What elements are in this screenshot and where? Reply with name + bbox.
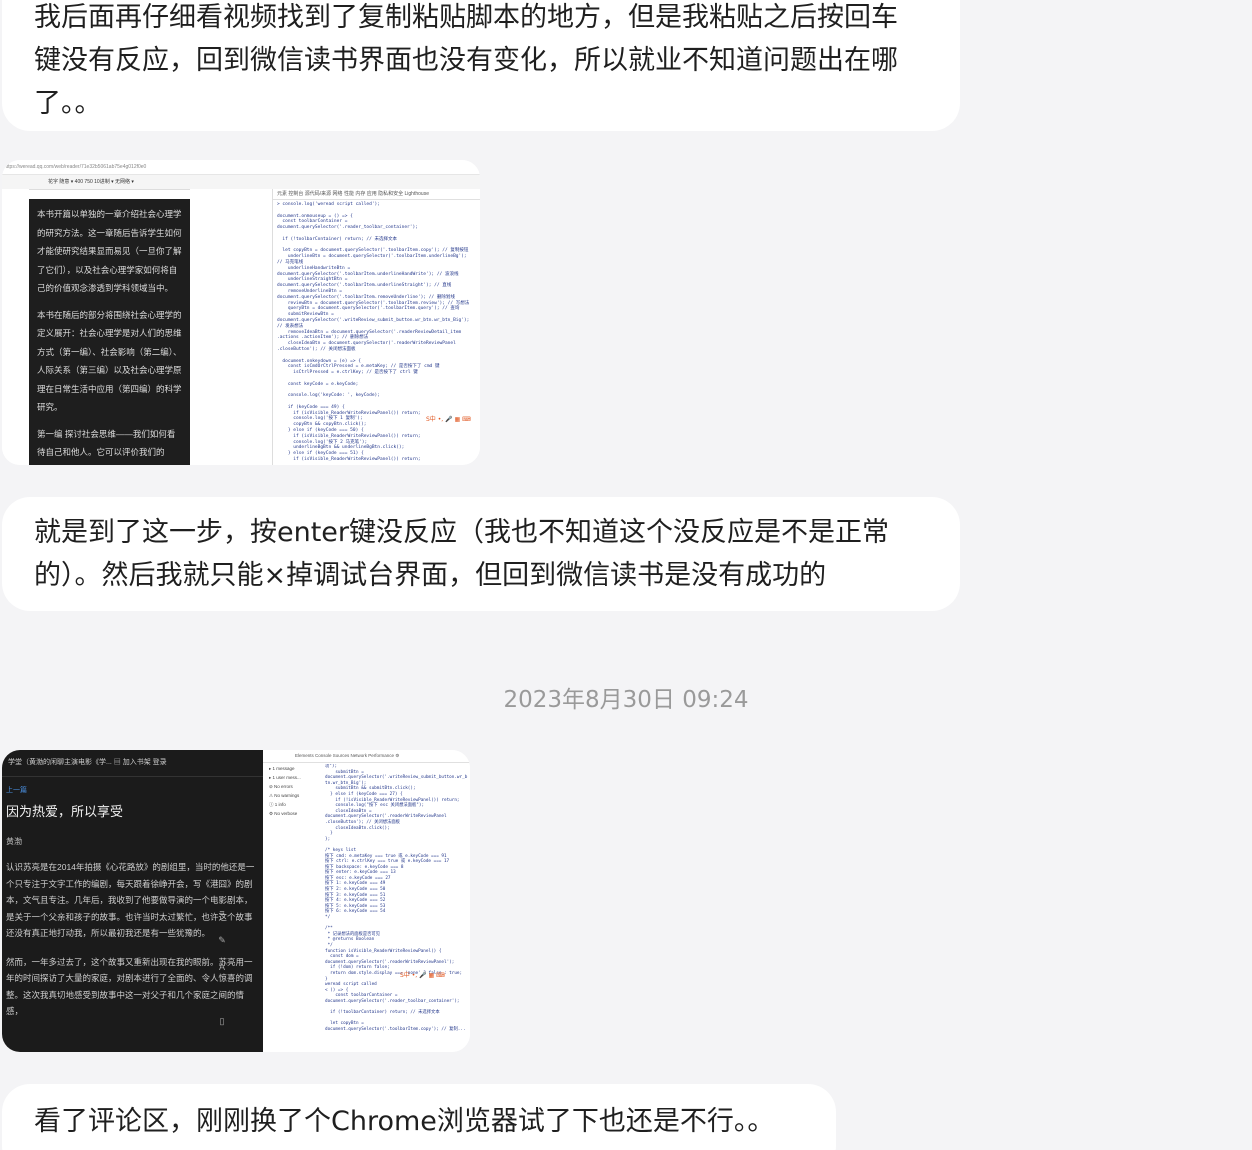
- message-line: 的）。然后我就只能×掉调试台界面，但回到微信读书是没有成功的: [34, 560, 827, 591]
- phone-icon: ▯: [219, 1016, 225, 1026]
- message-line: 了。。: [34, 88, 102, 119]
- browser-toolbar: 花字 随意 ▾ 400 750 10进制 ▾ 无网络 ▾: [2, 175, 480, 190]
- message-line: 我后面再仔细看视频找到了复制粘贴脚本的地方，但是我粘贴之后按回车: [34, 2, 898, 33]
- console-sidebar: ▸ 1 message ▸ 1 user mess... ⊘ No errors…: [269, 766, 301, 816]
- devtools-tabs: Elements Console Sources Network Perform…: [263, 750, 470, 763]
- devtools-panel: Elements Console Sources Network Perform…: [263, 750, 470, 1052]
- message-timestamp: 2023年8月30日 09:24: [503, 687, 749, 713]
- chapter-title: 因为热爱，所以享受: [6, 804, 124, 819]
- reader-paragraph: 本书开篇以单独的一章介绍社会心理学的研究方法。这一章随后告诉学生如何才能使研究结…: [37, 209, 182, 293]
- chapter-author: 黄渤: [6, 837, 22, 846]
- reader-dark-panel: 学堂（黄渤的闲聊主演电影《学... ▤ 加入书架 登录 上一篇 因为热爱，所以享…: [2, 750, 263, 1052]
- ime-toolbar-icon: S中 •, 🎤 ▦ ⌨: [400, 972, 445, 979]
- message-line: 就是到了这一步，按enter键没反应（我也不知道这个没反应是不是正常: [34, 517, 890, 548]
- screenshot-body: 本书开篇以单独的一章介绍社会心理学的研究方法。这一章随后告诉学生如何才能使研究结…: [2, 189, 480, 465]
- reader-text-panel: 本书开篇以单独的一章介绍社会心理学的研究方法。这一章随后告诉学生如何才能使研究结…: [29, 199, 190, 465]
- devtools-tabs: 元素 控制台 源代码/来源 网络 性能 内存 应用 隐私和安全 Lighthou…: [273, 189, 480, 200]
- reader-header: 学堂（黄渤的闲聊主演电影《学... ▤ 加入书架 登录: [2, 750, 263, 777]
- message-line: 看了评论区，刚刚换了个Chrome浏览器试了下也还是不行。。: [34, 1106, 775, 1137]
- message-bubble[interactable]: 看了评论区，刚刚换了个Chrome浏览器试了下也还是不行。。: [2, 1084, 836, 1150]
- screenshot-image[interactable]: 学堂（黄渤的闲聊主演电影《学... ▤ 加入书架 登录 上一篇 因为热爱，所以享…: [2, 750, 470, 1052]
- chat-conversation: 我后面再仔细看视频找到了复制粘贴脚本的地方，但是我粘贴之后按回车 键没有反应，回…: [0, 0, 1252, 1150]
- message-line: 键没有反应，回到微信读书界面也没有变化，所以就业不知道问题出在哪: [34, 45, 898, 76]
- reader-paragraph: 本书在随后的部分将围绕社会心理学的定义展开：社会心理学是对人们的思维方式（第一编…: [37, 309, 182, 413]
- pen-icon: ✎: [218, 935, 226, 945]
- console-code: 功"); submitBtn = document.querySelector(…: [325, 764, 468, 1032]
- prev-chapter-link: 上一篇: [6, 787, 27, 794]
- message-bubble[interactable]: 我后面再仔细看视频找到了复制粘贴脚本的地方，但是我粘贴之后按回车 键没有反应，回…: [2, 0, 960, 131]
- font-icon: A: [218, 962, 225, 972]
- ime-toolbar-icon: S中 •, 🎤 ▦ ⌨: [426, 416, 471, 423]
- menu-icon: ≡: [219, 908, 225, 918]
- browser-url-bar: https://weread.qq.com/web/reader/71e32b5…: [2, 160, 480, 175]
- message-bubble[interactable]: 就是到了这一步，按enter键没反应（我也不知道这个没反应是不是正常 的）。然后…: [2, 497, 960, 611]
- brightness-icon: ☼: [217, 989, 227, 999]
- screenshot-image[interactable]: https://weread.qq.com/web/reader/71e32b5…: [2, 160, 480, 465]
- reader-paragraph: 第一编 探讨社会思维——我们如何看待自己和他人。它可以评价我们的: [37, 428, 176, 458]
- reader-side-rail: ≡ ✎ A ☼ ▯: [207, 900, 237, 1035]
